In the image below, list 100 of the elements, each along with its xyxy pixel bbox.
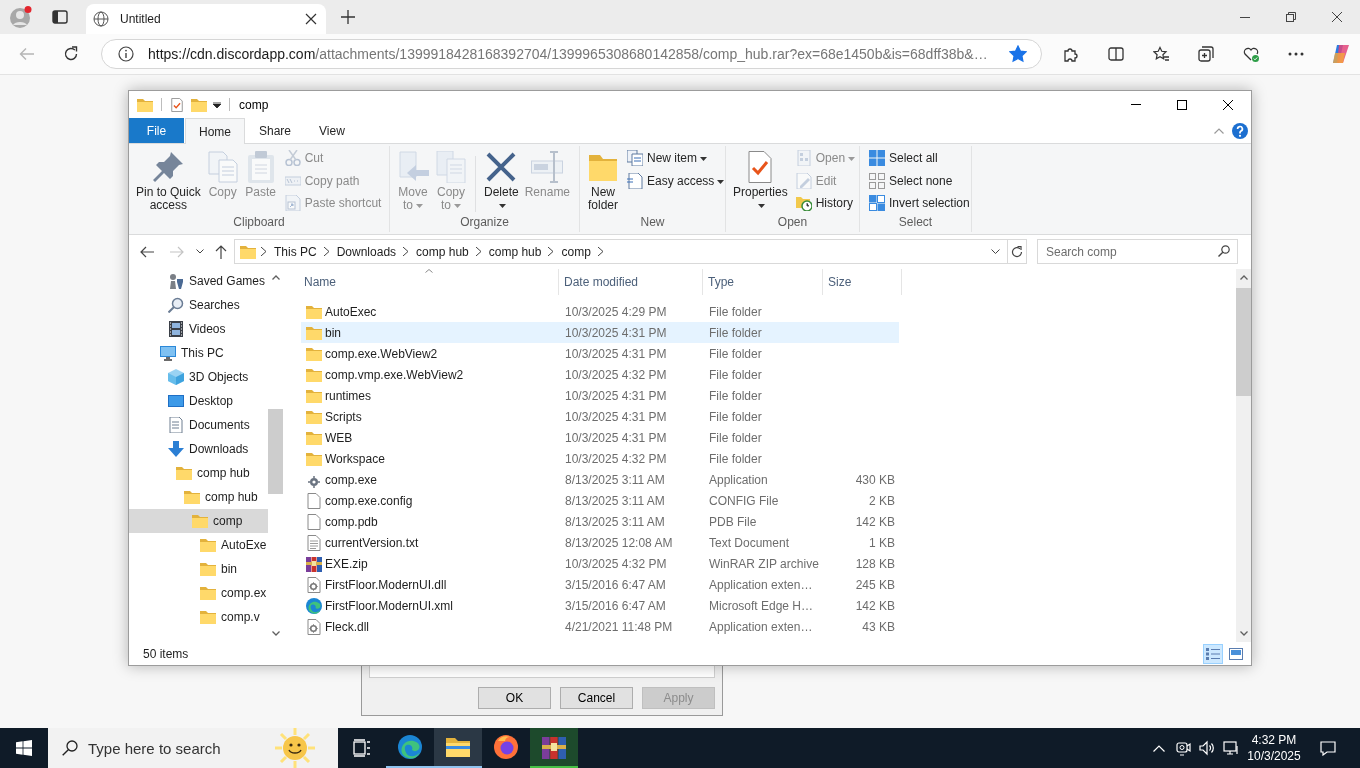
close-icon[interactable] xyxy=(1332,12,1342,22)
nav-item[interactable]: Saved Games xyxy=(129,269,268,293)
scroll-up-icon[interactable] xyxy=(271,275,280,280)
caret-icon[interactable] xyxy=(213,101,221,108)
close-icon[interactable] xyxy=(1223,99,1233,110)
puzzle-icon[interactable] xyxy=(1062,46,1079,62)
breadcrumb[interactable]: This PC xyxy=(272,244,319,259)
ribbon-tab[interactable]: Share xyxy=(245,118,306,143)
ribbon-button[interactable]: New folder xyxy=(584,146,622,212)
file-row[interactable]: FirstFloor.ModernUI.dll 3/15/2016 6:47 AM Application exten… 245 KB xyxy=(301,574,899,595)
search-field[interactable]: Search comp xyxy=(1037,239,1238,264)
chevron-right-icon[interactable] xyxy=(547,247,555,256)
file-row[interactable]: Fleck.dll 4/21/2021 11:48 PM Application exten… 43 KB xyxy=(301,616,899,637)
chevron-right-icon[interactable] xyxy=(322,247,330,256)
column-header[interactable]: Date modified xyxy=(559,269,703,295)
ribbon-button[interactable]: History xyxy=(792,192,859,215)
taskbar-button[interactable] xyxy=(434,728,482,768)
chevron-down-icon[interactable] xyxy=(196,249,204,254)
nav-item[interactable]: Videos xyxy=(129,317,268,341)
breadcrumb[interactable]: comp hub xyxy=(414,244,471,259)
nav-item[interactable]: Desktop xyxy=(129,389,268,413)
network-icon[interactable] xyxy=(1223,740,1239,756)
ribbon-button[interactable]: New item xyxy=(624,147,728,170)
plus-icon[interactable] xyxy=(341,10,355,24)
scroll-up-icon[interactable] xyxy=(1239,275,1248,280)
column-header[interactable]: Name xyxy=(299,269,559,295)
text-field[interactable] xyxy=(369,666,715,678)
camera-icon[interactable] xyxy=(1175,740,1191,756)
file-row[interactable]: comp.vmp.exe.WebView2 10/3/2025 4:32 PM File folder xyxy=(301,364,899,385)
file-row[interactable]: AutoExec 10/3/2025 4:29 PM File folder xyxy=(301,301,899,322)
nav-item[interactable]: This PC xyxy=(129,341,268,365)
file-row[interactable]: currentVersion.txt 8/13/2025 12:08 AM Text Document 1 KB xyxy=(301,532,899,553)
scroll-down-icon[interactable] xyxy=(271,631,280,636)
file-row[interactable]: bin 10/3/2025 4:31 PM File folder xyxy=(301,322,899,343)
dialog-button[interactable]: Cancel xyxy=(560,687,633,709)
restore-icon[interactable] xyxy=(1286,12,1296,22)
favorites-icon[interactable] xyxy=(1152,46,1169,62)
nav-item[interactable]: AutoExe xyxy=(129,533,268,557)
file-row[interactable]: Scripts 10/3/2025 4:31 PM File folder xyxy=(301,406,899,427)
nav-item[interactable]: bin xyxy=(129,557,268,581)
breadcrumb[interactable]: comp xyxy=(559,244,593,259)
close-icon[interactable] xyxy=(305,13,317,25)
ribbon-button[interactable]: Select all xyxy=(866,147,973,170)
more-icon[interactable] xyxy=(1287,52,1304,56)
nav-item[interactable]: comp xyxy=(129,509,268,533)
nav-item[interactable]: comp hub xyxy=(129,461,268,485)
nav-item[interactable]: comp hub xyxy=(129,485,268,509)
file-row[interactable]: Workspace 10/3/2025 4:32 PM File folder xyxy=(301,448,899,469)
ribbon-button[interactable]: Properties xyxy=(730,146,791,212)
help-icon[interactable] xyxy=(1232,122,1248,139)
file-row[interactable]: comp.pdb 8/13/2025 3:11 AM PDB File 142 KB xyxy=(301,511,899,532)
scrollbar-thumb[interactable] xyxy=(268,409,283,494)
nav-item[interactable]: 3D Objects xyxy=(129,365,268,389)
taskbar-search-field[interactable]: Type here to search xyxy=(48,728,338,768)
address-bar[interactable]: This PC Downloads comp hub comp hub comp xyxy=(234,239,1027,264)
column-header[interactable]: Type xyxy=(703,269,823,295)
file-row[interactable]: runtimes 10/3/2025 4:31 PM File folder xyxy=(301,385,899,406)
document-check-icon[interactable] xyxy=(170,97,184,112)
file-row[interactable]: WEB 10/3/2025 4:31 PM File folder xyxy=(301,427,899,448)
chevron-right-icon[interactable] xyxy=(402,247,410,256)
nav-item[interactable]: Documents xyxy=(129,413,268,437)
star-icon[interactable] xyxy=(1009,45,1027,63)
file-tab[interactable]: File xyxy=(129,118,184,143)
breadcrumb[interactable]: Downloads xyxy=(334,244,399,259)
nav-item[interactable]: Searches xyxy=(129,293,268,317)
info-icon[interactable] xyxy=(118,46,134,62)
ribbon-button[interactable]: Select none xyxy=(866,169,973,192)
ribbon-button[interactable]: Invert selection xyxy=(866,192,973,215)
clock[interactable]: 4:32 PM 10/3/2025 xyxy=(1243,728,1305,768)
dialog-button[interactable]: OK xyxy=(478,687,551,709)
file-row[interactable]: comp.exe.WebView2 10/3/2025 4:31 PM File folder xyxy=(301,343,899,364)
file-row[interactable]: comp.exe.config 8/13/2025 3:11 AM CONFIG File 2 KB xyxy=(301,490,899,511)
column-header[interactable]: Size xyxy=(823,269,902,295)
file-row[interactable]: FirstFloor.ModernUI.xml 3/15/2016 6:47 AM Microsoft Edge H… 142 KB xyxy=(301,595,899,616)
file-row[interactable]: comp.exe 8/13/2025 3:11 AM Application 430 KB xyxy=(301,469,899,490)
minimize-icon[interactable] xyxy=(1240,16,1250,18)
avatar-icon[interactable] xyxy=(10,6,32,28)
ribbon-button[interactable]: Easy access xyxy=(624,169,728,192)
nav-item[interactable]: Downloads xyxy=(129,437,268,461)
breadcrumb[interactable]: comp hub xyxy=(486,244,544,259)
refresh-icon[interactable] xyxy=(1011,245,1023,258)
nav-item[interactable]: comp.v xyxy=(129,605,268,629)
volume-icon[interactable] xyxy=(1199,740,1215,756)
ribbon-button[interactable]: Delete xyxy=(481,146,522,212)
maximize-icon[interactable] xyxy=(1177,99,1187,110)
up-arrow-icon[interactable] xyxy=(213,243,229,260)
swirl-logo-icon[interactable] xyxy=(1330,44,1351,64)
browser-tab[interactable]: Untitled xyxy=(86,4,326,34)
collections-icon[interactable] xyxy=(1197,46,1214,62)
ribbon-tab[interactable]: Home xyxy=(185,118,245,144)
nav-item[interactable]: comp.ex xyxy=(129,581,268,605)
file-row[interactable]: EXE.zip 10/3/2025 4:32 PM WinRAR ZIP archive 128 KB xyxy=(301,553,899,574)
ribbon-button[interactable]: Pin to Quick access xyxy=(133,146,204,212)
refresh-icon[interactable] xyxy=(63,46,79,62)
chevron-down-icon[interactable] xyxy=(991,249,1000,254)
chevron-right-icon[interactable] xyxy=(596,247,604,256)
task-view-icon[interactable] xyxy=(353,739,371,757)
windows-logo-icon[interactable] xyxy=(16,740,32,756)
view-button[interactable] xyxy=(1203,643,1223,664)
scroll-down-icon[interactable] xyxy=(1239,631,1248,636)
